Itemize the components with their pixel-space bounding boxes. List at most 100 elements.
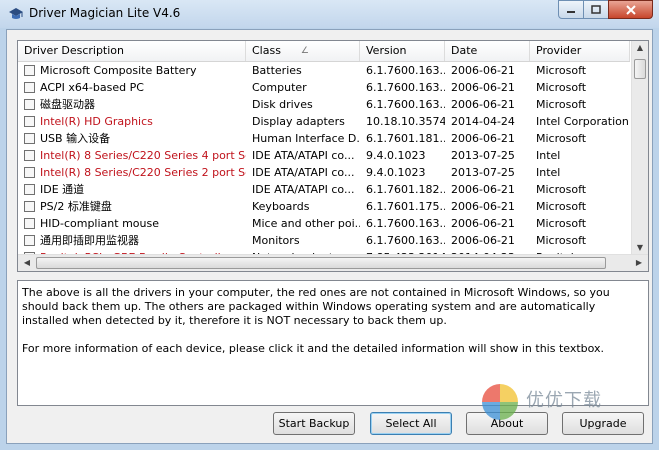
row-description-cell: Intel(R) 8 Series/C220 Series 4 port Ser… <box>18 147 246 164</box>
driver-version: 6.1.7600.163... <box>366 234 445 247</box>
driver-version: 6.1.7601.182... <box>366 183 445 196</box>
driver-description: Intel(R) 8 Series/C220 Series 2 port Ser… <box>40 166 246 179</box>
row-checkbox[interactable] <box>24 218 35 229</box>
driver-class: Mice and other poi... <box>252 217 360 230</box>
scroll-down-icon[interactable]: ▼ <box>632 243 648 252</box>
driver-description: ACPI x64-based PC <box>40 81 144 94</box>
driver-class: Batteries <box>252 64 302 77</box>
driver-description: 磁盘驱动器 <box>40 98 95 111</box>
driver-provider: Microsoft <box>536 98 587 111</box>
app-window: Driver Magician Lite V4.6 Driver Descrip… <box>0 0 659 450</box>
driver-version: 9.4.0.1023 <box>366 166 426 179</box>
column-header-class[interactable]: Class ∠ <box>246 41 360 61</box>
window-title: Driver Magician Lite V4.6 <box>29 6 181 20</box>
row-description-cell: HID-compliant mouse <box>18 215 246 232</box>
table-row[interactable]: Intel(R) 8 Series/C220 Series 2 port Ser… <box>18 164 630 181</box>
column-header-version[interactable]: Version <box>360 41 445 61</box>
row-checkbox[interactable] <box>24 116 35 127</box>
close-button[interactable] <box>608 0 653 19</box>
table-row[interactable]: IDE 通道 IDE ATA/ATAPI co... 6.1.7601.182...… <box>18 181 630 198</box>
watermark-logo-icon <box>482 384 518 420</box>
driver-provider: Microsoft <box>536 234 587 247</box>
table-row[interactable]: 通用即插即用监视器 Monitors 6.1.7600.163... 2006-06-… <box>18 232 630 249</box>
row-checkbox[interactable] <box>24 65 35 76</box>
driver-date: 2006-06-21 <box>451 81 515 94</box>
row-description-cell: USB 输入设备 <box>18 130 246 147</box>
row-description-cell: IDE 通道 <box>18 181 246 198</box>
driver-list[interactable]: Driver Description Class ∠ Version Date … <box>17 40 649 272</box>
driver-date: 2014-04-24 <box>451 115 515 128</box>
driver-class: Display adapters <box>252 115 345 128</box>
driver-version: 6.1.7601.181... <box>366 132 445 145</box>
column-header-provider[interactable]: Provider <box>530 41 630 61</box>
row-checkbox[interactable] <box>24 201 35 212</box>
table-row[interactable]: Microsoft Composite Battery Batteries 6.1.… <box>18 62 630 79</box>
driver-provider: Microsoft <box>536 183 587 196</box>
driver-description: Microsoft Composite Battery <box>40 64 197 77</box>
driver-description: IDE 通道 <box>40 183 85 196</box>
driver-description: 通用即插即用监视器 <box>40 234 139 247</box>
scroll-left-icon[interactable]: ◀ <box>19 258 35 267</box>
maximize-icon <box>591 5 601 14</box>
driver-description: HID-compliant mouse <box>40 217 159 230</box>
driver-version: 10.18.10.3574 <box>366 115 445 128</box>
app-icon <box>9 8 23 19</box>
driver-version: 6.1.7600.163... <box>366 217 445 230</box>
horizontal-scrollbar[interactable]: ◀ ▶ <box>18 254 648 271</box>
scroll-up-icon[interactable]: ▲ <box>632 43 648 52</box>
row-checkbox[interactable] <box>24 235 35 246</box>
driver-version: 6.1.7600.163... <box>366 98 445 111</box>
row-checkbox[interactable] <box>24 82 35 93</box>
table-row[interactable]: HID-compliant mouse Mice and other poi...… <box>18 215 630 232</box>
driver-date: 2006-06-21 <box>451 64 515 77</box>
title-bar[interactable]: Driver Magician Lite V4.6 <box>0 0 659 28</box>
column-header-class-label: Class <box>252 44 281 57</box>
driver-date: 2006-06-21 <box>451 98 515 111</box>
minimize-button[interactable] <box>558 0 584 19</box>
driver-provider: Microsoft <box>536 217 587 230</box>
row-description-cell: PS/2 标准键盘 <box>18 198 246 215</box>
row-description-cell: 磁盘驱动器 <box>18 96 246 113</box>
driver-provider: Intel <box>536 166 561 179</box>
table-row[interactable]: USB 输入设备 Human Interface D... 6.1.7601.181… <box>18 130 630 147</box>
maximize-button[interactable] <box>583 0 609 19</box>
row-checkbox[interactable] <box>24 133 35 144</box>
table-row[interactable]: PS/2 标准键盘 Keyboards 6.1.7601.175... 2006-06… <box>18 198 630 215</box>
table-row[interactable]: 磁盘驱动器 Disk drives 6.1.7600.163... 2006-06-2… <box>18 96 630 113</box>
driver-class: Monitors <box>252 234 300 247</box>
driver-class: Computer <box>252 81 307 94</box>
driver-provider: Microsoft <box>536 200 587 213</box>
table-row[interactable]: ACPI x64-based PC Computer 6.1.7600.163...… <box>18 79 630 96</box>
vertical-scroll-thumb[interactable] <box>634 59 646 79</box>
driver-provider: Microsoft <box>536 132 587 145</box>
driver-class: Human Interface D... <box>252 132 360 145</box>
row-checkbox[interactable] <box>24 167 35 178</box>
column-header-description[interactable]: Driver Description <box>18 41 246 61</box>
driver-class: IDE ATA/ATAPI co... <box>252 149 355 162</box>
column-header-date[interactable]: Date <box>445 41 530 61</box>
driver-version: 6.1.7601.175... <box>366 200 445 213</box>
row-description-cell: Intel(R) HD Graphics <box>18 113 246 130</box>
driver-version: 9.4.0.1023 <box>366 149 426 162</box>
watermark: 优优下载 <box>480 380 650 430</box>
info-paragraph-1: The above is all the drivers in your com… <box>22 286 610 327</box>
row-checkbox[interactable] <box>24 184 35 195</box>
list-header: Driver Description Class ∠ Version Date … <box>18 41 630 62</box>
info-paragraph-2: For more information of each device, ple… <box>22 342 605 355</box>
table-row[interactable]: Intel(R) HD Graphics Display adapters 10.1… <box>18 113 630 130</box>
driver-description: Intel(R) HD Graphics <box>40 115 153 128</box>
row-description-cell: ACPI x64-based PC <box>18 79 246 96</box>
table-row[interactable]: Intel(R) 8 Series/C220 Series 4 port Ser… <box>18 147 630 164</box>
driver-description: PS/2 标准键盘 <box>40 200 112 213</box>
driver-provider: Microsoft <box>536 81 587 94</box>
driver-provider: Intel <box>536 149 561 162</box>
scroll-right-icon[interactable]: ▶ <box>631 258 647 267</box>
row-checkbox[interactable] <box>24 99 35 110</box>
select-all-button[interactable]: Select All <box>370 412 452 435</box>
start-backup-button[interactable]: Start Backup <box>273 412 355 435</box>
row-description-cell: Microsoft Composite Battery <box>18 62 246 79</box>
vertical-scrollbar[interactable]: ▲ ▼ <box>631 41 648 254</box>
horizontal-scroll-thumb[interactable] <box>36 257 606 269</box>
driver-class: IDE ATA/ATAPI co... <box>252 166 355 179</box>
row-checkbox[interactable] <box>24 150 35 161</box>
